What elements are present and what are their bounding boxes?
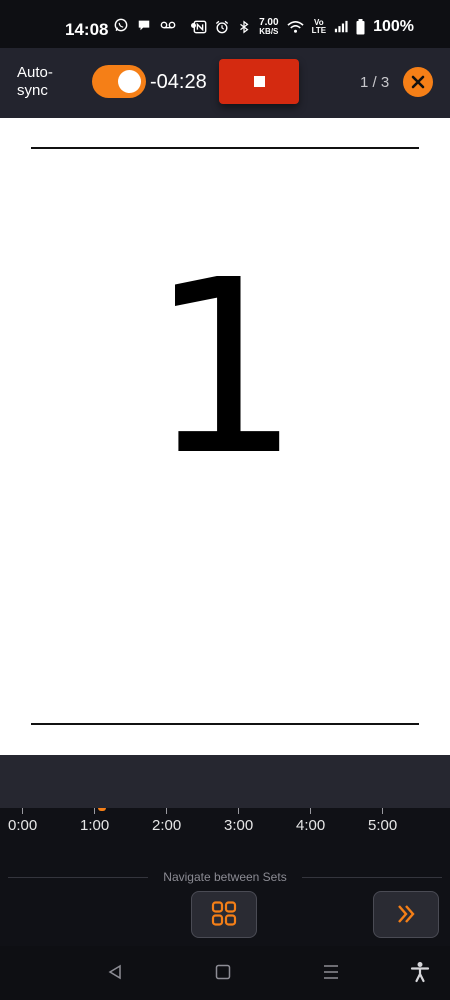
voicemail-icon (160, 21, 176, 29)
caption-line-right (302, 877, 442, 878)
battery-icon (356, 19, 365, 35)
accessibility-icon[interactable] (410, 961, 430, 983)
stop-icon (254, 76, 265, 87)
timeline-tick (310, 808, 311, 814)
double-chevron-right-icon (398, 905, 415, 923)
autosync-label-line2: sync (17, 82, 48, 99)
timeline-label: 0:00 (8, 817, 38, 834)
close-button[interactable] (403, 67, 433, 97)
volte-indicator: Vo LTE (312, 19, 327, 35)
network-speed: 7.00 KB/S (259, 18, 278, 36)
timeline-tick (22, 808, 23, 814)
timeline-tick (166, 808, 167, 814)
close-icon (411, 75, 425, 89)
alarm-icon (215, 20, 229, 34)
autosync-toggle[interactable] (92, 65, 146, 98)
system-navigation (0, 946, 450, 1000)
whatsapp-icon (114, 18, 128, 32)
top-rule (31, 147, 419, 149)
nfc-icon (193, 20, 207, 34)
status-time: 14:08 (65, 20, 109, 39)
grid-button[interactable] (191, 891, 257, 938)
battery-percent: 100% (373, 18, 414, 35)
back-icon[interactable] (106, 963, 124, 981)
set-display: 1 (0, 118, 450, 755)
toggle-knob (118, 70, 141, 93)
home-icon[interactable] (214, 963, 232, 981)
timeline-tick (238, 808, 239, 814)
set-number: 1 (148, 228, 302, 508)
timeline-tick (382, 808, 383, 814)
bottom-rule (31, 723, 419, 725)
set-navigation: Navigate between Sets (0, 858, 450, 946)
grid-icon (211, 901, 237, 926)
countdown-timer: -04:28 (150, 71, 207, 93)
timeline-label: 1:00 (80, 817, 110, 834)
wifi-icon (286, 21, 304, 33)
signal-icon (334, 20, 348, 33)
bluetooth-icon (240, 20, 249, 34)
timeline-label: 2:00 (152, 817, 182, 834)
divider-band (0, 755, 450, 808)
timeline[interactable]: 0:00 1:00 2:00 3:00 4:00 5:00 (0, 808, 450, 858)
next-set-button[interactable] (373, 891, 439, 938)
volte-bottom: LTE (311, 26, 327, 35)
timeline-tick (94, 808, 95, 814)
recents-icon[interactable] (322, 963, 340, 981)
playhead-marker[interactable] (98, 808, 106, 811)
stop-button[interactable] (219, 59, 299, 104)
status-bar: 14:08 7.00 KB/S Vo LTE 100% (0, 0, 450, 48)
timeline-label: 4:00 (296, 817, 326, 834)
timeline-label: 3:00 (224, 817, 254, 834)
network-speed-unit: KB/S (259, 27, 279, 36)
chat-bubble-icon (138, 20, 150, 31)
page-counter: 1 / 3 (360, 74, 390, 91)
timeline-label: 5:00 (368, 817, 398, 834)
autosync-label: Auto- sync (17, 64, 53, 100)
autosync-label-line1: Auto- (17, 64, 53, 81)
